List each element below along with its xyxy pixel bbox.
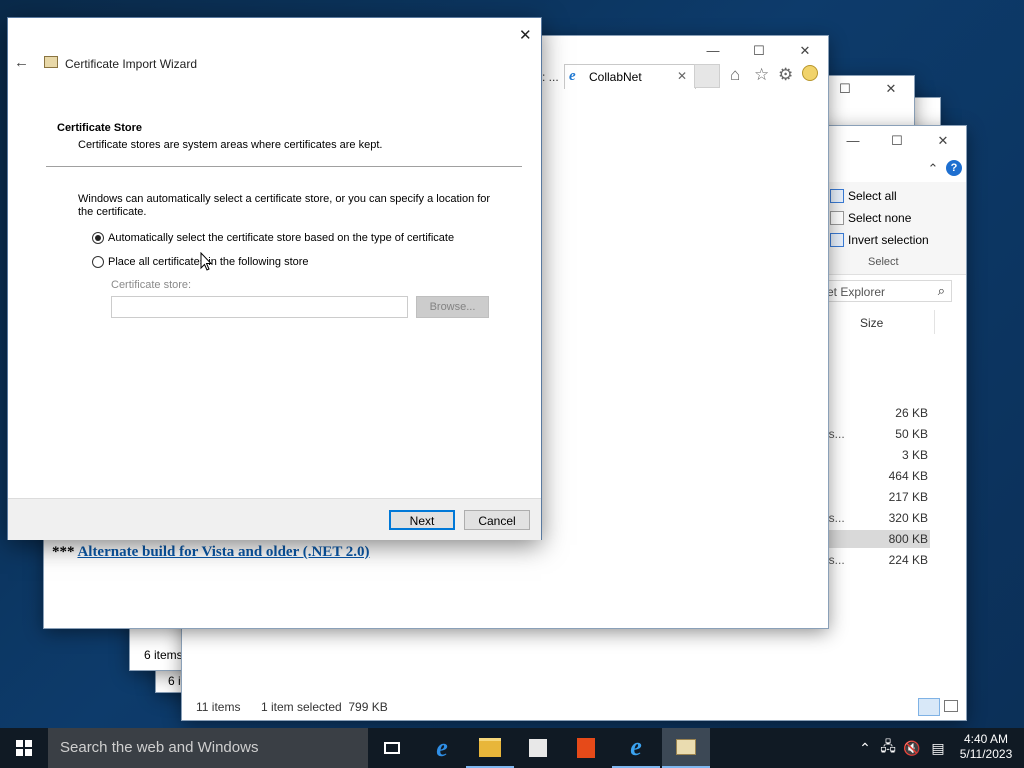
status-item-count: 6 items xyxy=(144,648,183,662)
dialog-footer: Next Cancel xyxy=(8,498,541,540)
taskbar-office[interactable] xyxy=(562,728,610,768)
invert-selection-button[interactable]: Invert selection xyxy=(830,230,929,250)
folder-icon xyxy=(479,737,501,757)
ie-logo-icon: e xyxy=(569,68,576,84)
status-item-count: 6 i xyxy=(168,674,181,688)
status-selection: 1 item selected 799 KB xyxy=(261,700,388,714)
clock-time: 4:40 AM xyxy=(963,732,1009,746)
browser-tab-active[interactable]: e CollabNet ✕ xyxy=(564,64,696,89)
taskbar-edge[interactable]: e xyxy=(418,728,466,768)
taskbar-search-input[interactable]: Search the web and Windows xyxy=(48,728,368,768)
tab-title: CollabNet xyxy=(589,70,642,84)
search-input[interactable]: et Explorer xyxy=(827,285,885,299)
new-tab-button[interactable] xyxy=(694,64,720,88)
search-box[interactable]: et Explorer ⌕ xyxy=(822,280,952,302)
close-icon[interactable]: ✕ xyxy=(798,44,812,58)
ribbon-group-label: Select xyxy=(868,256,899,268)
taskbar-internet-explorer[interactable]: e xyxy=(612,728,660,768)
header-divider xyxy=(46,166,522,167)
certificate-store-field[interactable] xyxy=(111,296,408,318)
volume-muted-icon[interactable]: 🔇 xyxy=(902,728,922,768)
maximize-icon[interactable]: ☐ xyxy=(890,134,904,148)
link-prefix: *** xyxy=(52,544,75,560)
action-center-icon[interactable]: ▤ xyxy=(928,728,948,768)
invert-selection-icon xyxy=(830,233,844,247)
list-item[interactable]: ns... 320 KB xyxy=(822,509,930,527)
clock[interactable]: 4:40 AM 5/11/2023 xyxy=(956,732,1016,762)
back-arrow-icon[interactable]: ← xyxy=(14,54,29,71)
minimize-icon[interactable]: — xyxy=(706,44,720,58)
help-icon[interactable]: ? xyxy=(946,160,962,176)
browse-button[interactable]: Browse... xyxy=(416,296,489,318)
minimize-icon[interactable]: — xyxy=(846,134,860,148)
list-item[interactable]: 3 KB xyxy=(822,446,930,464)
certificate-icon xyxy=(676,739,696,755)
radio-label: Automatically select the certificate sto… xyxy=(108,232,455,244)
close-icon[interactable]: ✕ xyxy=(884,82,898,96)
cancel-button[interactable]: Cancel xyxy=(464,510,530,530)
page-subheading: Certificate stores are system areas wher… xyxy=(78,139,383,151)
mouse-cursor-icon xyxy=(200,252,212,271)
edge-icon: e xyxy=(436,733,448,762)
task-view-button[interactable] xyxy=(368,728,416,768)
alternate-build-link[interactable]: Alternate build for Vista and older (.NE… xyxy=(77,544,369,560)
list-item[interactable]: ns... 50 KB xyxy=(822,425,930,443)
column-divider xyxy=(934,310,935,334)
store-bag-icon xyxy=(529,739,547,757)
task-view-icon xyxy=(384,742,400,754)
details-view-icon[interactable] xyxy=(918,698,940,716)
smiley-feedback-icon[interactable] xyxy=(802,65,818,81)
certificate-import-wizard-dialog[interactable]: ✕ ← Certificate Import Wizard Certificat… xyxy=(8,18,541,540)
browser-tab-previous[interactable]: : ... xyxy=(542,70,559,84)
taskbar-store[interactable] xyxy=(514,728,562,768)
taskbar-file-explorer[interactable] xyxy=(466,728,514,768)
certificate-icon xyxy=(44,56,58,68)
column-header-size[interactable]: Size xyxy=(860,316,883,330)
large-icons-view-icon[interactable] xyxy=(944,700,958,712)
windows-logo-icon xyxy=(16,740,32,756)
search-icon[interactable]: ⌕ xyxy=(938,283,945,299)
favorites-icon[interactable]: ☆ xyxy=(754,65,769,85)
radio-button[interactable] xyxy=(92,232,104,244)
store-label: Certificate store: xyxy=(111,279,192,291)
page-heading: Certificate Store xyxy=(57,122,142,134)
close-icon[interactable]: ✕ xyxy=(519,26,532,44)
collapse-ribbon-icon[interactable]: ⌃ xyxy=(926,162,940,176)
close-tab-icon[interactable]: ✕ xyxy=(677,69,687,83)
description-text: Windows can automatically select a certi… xyxy=(78,193,491,218)
clock-date: 5/11/2023 xyxy=(959,747,1013,761)
office-icon xyxy=(577,738,595,758)
settings-gear-icon[interactable]: ⚙ xyxy=(778,65,793,85)
network-icon[interactable]: 🖧 xyxy=(878,728,898,768)
next-button[interactable]: Next xyxy=(389,510,455,530)
home-icon[interactable]: ⌂ xyxy=(730,65,740,85)
close-icon[interactable]: ✕ xyxy=(936,134,950,148)
radio-button[interactable] xyxy=(92,256,104,268)
list-item[interactable]: 464 KB xyxy=(822,467,930,485)
taskbar: Search the web and Windows e e ⌃ 🖧 🔇 ▤ 4… xyxy=(0,728,1024,768)
select-none-icon xyxy=(830,211,844,225)
taskbar-certificate-wizard[interactable] xyxy=(662,728,710,768)
list-item[interactable]: ns... 224 KB xyxy=(822,551,930,569)
show-hidden-icons-chevron-icon[interactable]: ⌃ xyxy=(856,728,874,768)
download-link-line: *** Alternate build for Vista and older … xyxy=(52,544,370,561)
status-item-count: 11 items xyxy=(196,700,241,714)
list-item[interactable]: 217 KB xyxy=(822,488,930,506)
select-all-icon xyxy=(830,189,844,203)
start-button[interactable] xyxy=(0,728,48,768)
select-none-button[interactable]: Select none xyxy=(830,208,911,228)
maximize-icon[interactable]: ☐ xyxy=(752,44,766,58)
maximize-icon[interactable]: ☐ xyxy=(838,82,852,96)
select-all-button[interactable]: Select all xyxy=(830,186,897,206)
dialog-title: Certificate Import Wizard xyxy=(65,57,198,71)
ie-icon: e xyxy=(630,732,642,761)
list-item-selected[interactable]: 800 KB xyxy=(822,530,930,548)
list-item[interactable]: 26 KB xyxy=(822,404,930,422)
